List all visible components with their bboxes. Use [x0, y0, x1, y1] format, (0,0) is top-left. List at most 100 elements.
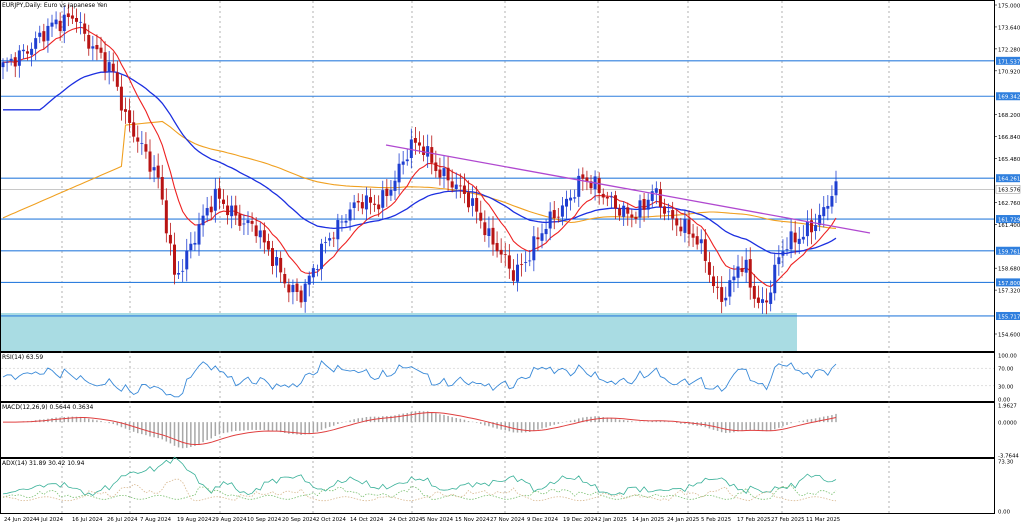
adx-tick-label: 73.30	[998, 460, 1014, 466]
candle-body	[622, 205, 626, 217]
candle-body	[671, 210, 675, 219]
candle-body	[744, 259, 748, 273]
date-tick-label: 17 Feb 2025	[737, 517, 771, 523]
macd-tick-label: 1.9627	[998, 404, 1017, 410]
candle-body	[111, 63, 115, 72]
price-tick-label: 162.760	[998, 201, 1021, 207]
candle-body	[340, 221, 344, 223]
candle-body	[638, 200, 642, 218]
candle-body	[320, 243, 323, 269]
date-tick-label: 9 Dec 2024	[527, 517, 559, 523]
rsi-tick-label: 100.00	[998, 354, 1017, 360]
candle-body	[471, 198, 475, 206]
level-label: 163.576	[998, 188, 1021, 194]
candle-body	[422, 146, 426, 155]
candle-body	[405, 159, 409, 162]
candle-body	[177, 273, 181, 275]
candle-body	[254, 225, 258, 237]
candle-body	[630, 214, 634, 218]
candle-body	[691, 233, 695, 238]
candle-body	[21, 49, 25, 52]
rsi-line	[2, 360, 837, 398]
candle-body	[618, 208, 622, 216]
candle-body	[769, 292, 773, 304]
candle-body	[732, 276, 736, 281]
adx-line	[2, 456, 837, 497]
candle-body	[418, 142, 421, 146]
candle-body	[393, 180, 397, 191]
candle-body	[826, 205, 830, 209]
candle-body	[9, 58, 13, 61]
candle-body	[234, 205, 238, 216]
candle-body	[226, 205, 230, 216]
candle-body	[58, 20, 62, 32]
date-tick-label: 10 Sep 2024	[247, 517, 282, 523]
candle-body	[46, 25, 50, 41]
level-label: 155.717	[998, 314, 1020, 320]
candle-body	[503, 254, 507, 256]
candle-body	[499, 249, 503, 255]
candle-body	[189, 243, 193, 251]
date-tick-label: 19 Aug 2024	[177, 517, 212, 523]
candle-body	[720, 287, 724, 302]
candle-body	[446, 167, 450, 181]
candle-body	[536, 237, 540, 240]
candle-body	[556, 216, 560, 218]
candle-body	[491, 227, 495, 245]
candle-body	[70, 15, 74, 19]
candle-body	[413, 138, 417, 143]
date-tick-label: 27 Feb 2025	[771, 517, 805, 523]
candle-body	[634, 217, 638, 220]
candle-body	[801, 236, 805, 240]
candle-body	[307, 275, 311, 285]
candle-body	[99, 47, 103, 53]
candle-body	[66, 13, 70, 18]
date-tick-label: 4 Jul 2024	[36, 517, 64, 523]
candle-body	[565, 198, 568, 207]
candle-body	[507, 255, 511, 269]
candle-body	[675, 218, 679, 226]
candle-body	[548, 211, 552, 229]
candle-body	[450, 181, 454, 188]
candle-body	[156, 165, 160, 178]
candle-body	[397, 163, 401, 183]
price-tick-label: 158.680	[998, 267, 1021, 273]
candle-body	[160, 176, 164, 200]
candle-body	[761, 299, 764, 303]
candle-body	[736, 266, 740, 278]
candle-body	[34, 38, 38, 49]
candle-body	[458, 185, 462, 187]
candles	[1, 4, 838, 315]
candle-body	[164, 200, 168, 234]
candle-body	[716, 286, 720, 288]
candle-body	[658, 189, 662, 207]
chart-canvas[interactable]: 171.537169.342164.261163.576161.729159.7…	[0, 0, 1024, 526]
candle-body	[552, 210, 556, 219]
candle-body	[646, 199, 650, 210]
support-zone	[1, 313, 797, 351]
candle-body	[283, 273, 287, 284]
date-tick-label: 24 Jun 2024	[4, 517, 37, 523]
candle-body	[311, 268, 315, 278]
candle-body	[683, 218, 687, 233]
candle-body	[785, 249, 789, 251]
candle-body	[707, 262, 711, 275]
candle-body	[181, 270, 185, 272]
candle-body	[797, 238, 801, 244]
candle-body	[467, 192, 470, 208]
price-tick-label: 161.400	[998, 223, 1021, 229]
candle-body	[814, 225, 818, 232]
date-tick-label: 5 Feb 2025	[701, 517, 731, 523]
date-tick-label: 24 Jan 2025	[667, 517, 699, 523]
chart-window[interactable]: 171.537 169.342 164.261 163.576 161.729 159.7…	[0, 0, 1024, 526]
price-tick-label: 154.600	[998, 333, 1021, 339]
candle-body	[479, 212, 483, 221]
candle-body	[148, 151, 152, 172]
candle-body	[213, 188, 217, 211]
candle-body	[271, 248, 274, 266]
level-label: 159.761	[998, 249, 1020, 255]
candle-body	[95, 44, 99, 50]
price-tick-label: 170.920	[998, 69, 1021, 75]
candle-body	[17, 50, 21, 66]
candle-body	[38, 32, 42, 37]
